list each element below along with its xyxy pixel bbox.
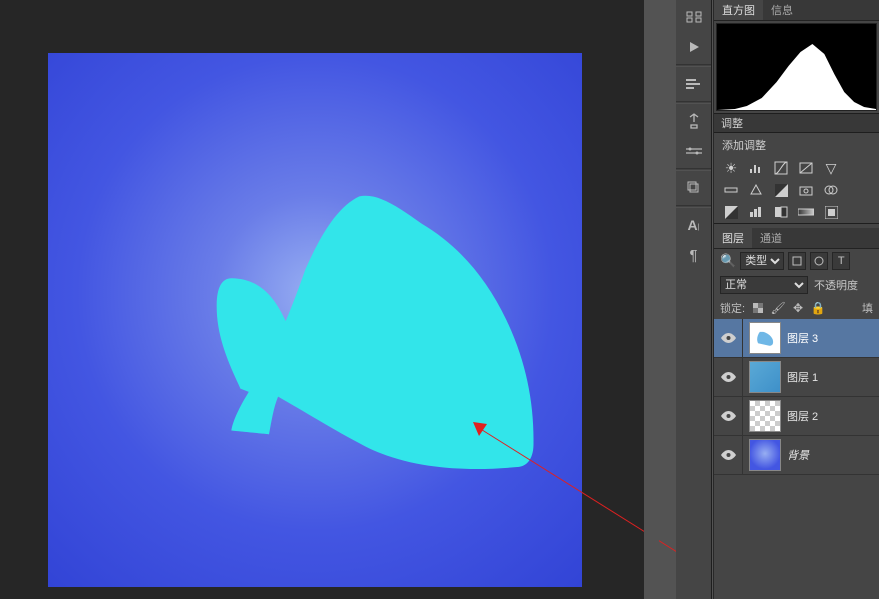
adjustments-row-2: [714, 179, 879, 201]
filter-type-icon[interactable]: T: [832, 252, 850, 270]
levels-icon[interactable]: [747, 160, 765, 176]
brightness-contrast-icon[interactable]: ☀: [722, 160, 740, 176]
selective-color-icon[interactable]: [822, 204, 840, 220]
adjustments-panel-header: 调整: [714, 113, 879, 133]
tab-layers[interactable]: 图层: [714, 228, 752, 248]
layer-name-label[interactable]: 图层 2: [787, 408, 879, 424]
layer-row[interactable]: 图层 3: [714, 319, 879, 358]
vibrance-icon[interactable]: ▽: [822, 160, 840, 176]
layer-thumbnail: [749, 361, 781, 393]
right-panels-column: 直方图 信息 调整 添加调整 ☀ ▽: [713, 0, 879, 599]
shoe-shape: [208, 183, 549, 472]
threshold-icon[interactable]: [772, 204, 790, 220]
curves-icon[interactable]: [772, 160, 790, 176]
clone-source-icon[interactable]: [682, 176, 706, 200]
layer-filter-type-select[interactable]: 类型: [740, 252, 784, 270]
adjustments-subtitle: 添加调整: [714, 133, 879, 157]
histogram-display: [716, 23, 877, 111]
lock-all-icon[interactable]: 🔒: [811, 301, 825, 315]
fill-label: 填: [862, 300, 873, 316]
artboard: [48, 53, 582, 587]
paragraph-styles-icon[interactable]: [682, 72, 706, 96]
layer-thumbnail: [749, 439, 781, 471]
layer-thumbnail: [749, 400, 781, 432]
lock-position-icon[interactable]: ✥: [791, 301, 805, 315]
character-panel-icon[interactable]: A|: [682, 213, 706, 237]
black-white-icon[interactable]: [772, 182, 790, 198]
layer-row[interactable]: 图层 2: [714, 397, 879, 436]
color-balance-icon[interactable]: [747, 182, 765, 198]
visibility-toggle-icon[interactable]: [714, 319, 743, 357]
lock-transparency-icon[interactable]: [751, 301, 765, 315]
blend-mode-select[interactable]: 正常: [720, 276, 808, 294]
layer-lock-row: 锁定: 🖌 ✥ 🔒 填: [714, 297, 879, 319]
lock-label: 锁定:: [720, 300, 745, 316]
filter-pixel-icon[interactable]: [788, 252, 806, 270]
histogram-panel-tabs: 直方图 信息: [714, 0, 879, 21]
filter-adjustment-icon[interactable]: [810, 252, 828, 270]
posterize-icon[interactable]: [747, 204, 765, 220]
exposure-icon[interactable]: [797, 160, 815, 176]
visibility-toggle-icon[interactable]: [714, 397, 743, 435]
lock-pixels-icon[interactable]: 🖌: [771, 301, 785, 315]
invert-icon[interactable]: [722, 204, 740, 220]
canvas-area[interactable]: [0, 0, 659, 599]
layer-name-label[interactable]: 图层 1: [787, 369, 879, 385]
tab-channels[interactable]: 通道: [752, 228, 790, 248]
visibility-toggle-icon[interactable]: [714, 358, 743, 396]
collapse-panels-icon[interactable]: [682, 5, 706, 29]
layers-panel: 图层 通道 🔍 类型 T 正常 不透明度 锁定:: [714, 223, 879, 475]
opacity-label: 不透明度: [814, 277, 858, 293]
tab-info[interactable]: 信息: [763, 0, 801, 20]
channel-mixer-icon[interactable]: [822, 182, 840, 198]
layer-list: 图层 3 图层 1 图层 2 背景: [714, 319, 879, 475]
brush-settings-icon[interactable]: [682, 139, 706, 163]
photo-filter-icon[interactable]: [797, 182, 815, 198]
adjustments-row-1: ☀ ▽: [714, 157, 879, 179]
layer-name-label[interactable]: 背景: [787, 447, 879, 463]
search-icon: 🔍: [720, 253, 736, 269]
brush-presets-icon[interactable]: [682, 109, 706, 133]
play-icon[interactable]: [682, 35, 706, 59]
adjustments-row-3: [714, 201, 879, 223]
layer-row[interactable]: 背景: [714, 436, 879, 475]
layer-blend-row: 正常 不透明度: [714, 273, 879, 297]
tab-histogram[interactable]: 直方图: [714, 0, 763, 20]
layer-row[interactable]: 图层 1: [714, 358, 879, 397]
visibility-toggle-icon[interactable]: [714, 436, 743, 474]
paragraph-panel-icon[interactable]: ¶: [682, 243, 706, 267]
layer-name-label[interactable]: 图层 3: [787, 330, 879, 346]
gradient-map-icon[interactable]: [797, 204, 815, 220]
layer-thumbnail: [749, 322, 781, 354]
layer-filter-row: 🔍 类型 T: [714, 249, 879, 273]
panel-dock-iconstrip: A| ¶: [676, 0, 712, 599]
hue-saturation-icon[interactable]: [722, 182, 740, 198]
